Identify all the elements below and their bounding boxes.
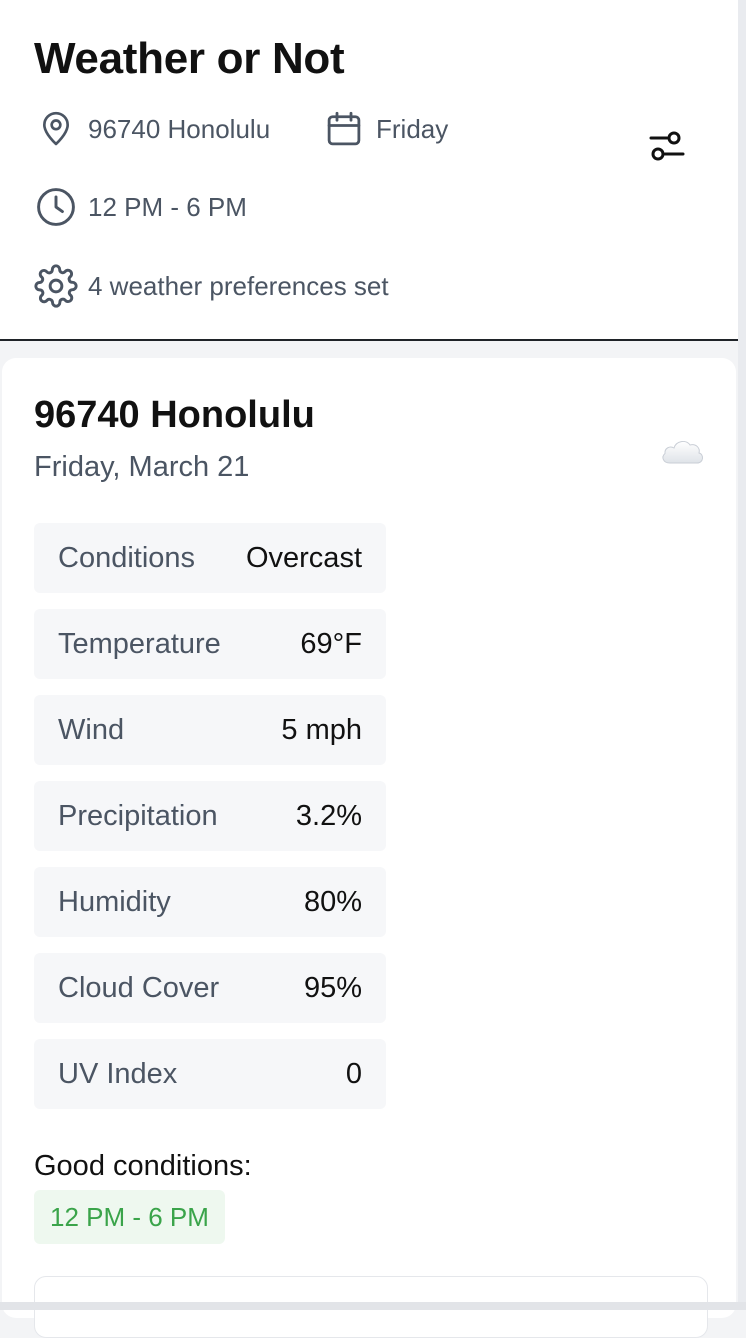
day-text: Friday — [376, 113, 449, 144]
preferences-text: 4 weather preferences set — [88, 270, 389, 301]
stat-row-temperature: Temperature 69°F — [34, 609, 386, 679]
sliders-icon — [649, 131, 685, 161]
stat-row-conditions: Conditions Overcast — [34, 523, 386, 593]
stat-row-precipitation: Precipitation 3.2% — [34, 781, 386, 851]
day-info: Friday — [322, 107, 448, 151]
location-info: 96740 Honolulu — [34, 107, 270, 151]
stat-label: Humidity — [58, 885, 171, 918]
stat-label: Wind — [58, 713, 125, 746]
stat-value: 69°F — [300, 627, 362, 660]
stat-row-wind: Wind 5 mph — [34, 695, 386, 765]
stat-value: 80% — [303, 885, 362, 918]
time-info: 12 PM - 6 PM — [34, 185, 247, 229]
location-text: 96740 Honolulu — [88, 113, 271, 144]
stat-value: 3.2% — [295, 799, 362, 832]
good-conditions-badge: 12 PM - 6 PM — [34, 1190, 225, 1244]
stat-row-cloud-cover: Cloud Cover 95% — [34, 953, 386, 1023]
stat-label: Cloud Cover — [58, 971, 220, 1004]
gear-icon — [34, 264, 78, 308]
stat-value: 5 mph — [281, 713, 362, 746]
map-pin-icon — [34, 107, 78, 151]
stat-row-uv-index: UV Index 0 — [34, 1039, 386, 1109]
preferences-info: 4 weather preferences set — [34, 264, 389, 308]
forecast-date: Friday, March 21 — [34, 451, 250, 483]
filter-settings-button[interactable] — [641, 120, 693, 172]
stat-value: 95% — [303, 971, 362, 1004]
cloud-icon — [662, 440, 703, 464]
bottom-edge — [0, 1302, 746, 1310]
forecast-location-title: 96740 Honolulu — [34, 394, 315, 436]
stat-label: Precipitation — [58, 799, 218, 832]
time-range-text: 12 PM - 6 PM — [88, 191, 247, 222]
good-conditions-label: Good conditions: — [34, 1150, 252, 1182]
scroll-edge — [738, 0, 746, 1310]
app-header: Weather or Not 96740 Honolulu Friday 12 … — [0, 0, 746, 341]
stat-value: 0 — [345, 1057, 362, 1090]
app-title: Weather or Not — [34, 34, 345, 83]
forecast-card: 96740 Honolulu Friday, March 21 Conditio… — [2, 358, 736, 1338]
stat-value: Overcast — [245, 541, 362, 574]
weather-stats-list: Conditions Overcast Temperature 69°F Win… — [34, 523, 386, 1125]
stat-label: UV Index — [58, 1057, 178, 1090]
stat-label: Conditions — [58, 541, 196, 574]
calendar-icon — [322, 107, 366, 151]
clock-icon — [34, 185, 78, 229]
stat-row-humidity: Humidity 80% — [34, 867, 386, 937]
stat-label: Temperature — [58, 627, 221, 660]
